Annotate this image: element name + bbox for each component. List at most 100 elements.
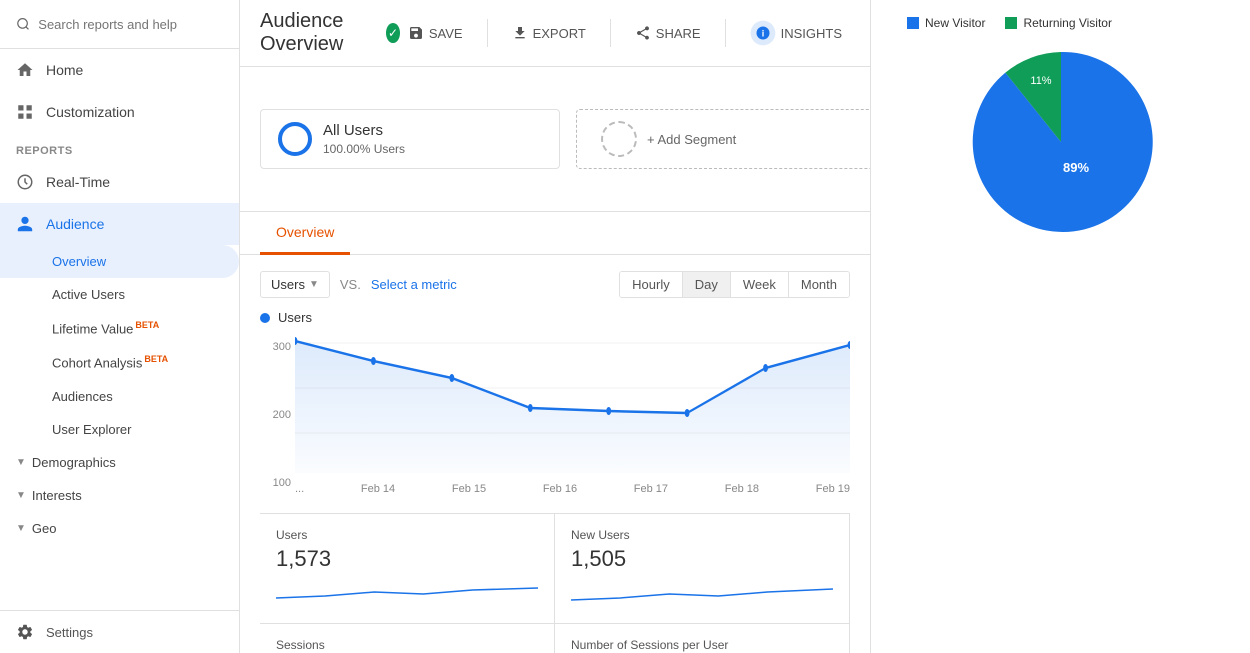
time-buttons: Hourly Day Week Month	[619, 271, 850, 298]
chart-legend: Users	[260, 310, 850, 325]
chart-svg-container: ... Feb 14 Feb 15 Feb 16 Feb 17 Feb 18 F…	[295, 333, 850, 497]
stat-sessions-per-user: Number of Sessions per User 1.12	[555, 624, 850, 653]
beta-badge-lifetime: BETA	[135, 320, 159, 330]
x-label-feb16: Feb 16	[543, 483, 577, 495]
chevron-down-icon-interests: ▼	[16, 490, 26, 501]
stat-sessions-per-user-label: Number of Sessions per User	[571, 638, 833, 652]
stat-sessions: Sessions 1,754	[260, 624, 555, 653]
demographics-label: Demographics	[32, 455, 116, 470]
search-input[interactable]	[38, 17, 223, 32]
overview-sub-label: Overview	[52, 254, 106, 269]
save-button[interactable]: SAVE	[400, 19, 471, 47]
sidebar-item-audience[interactable]: Audience	[0, 203, 239, 245]
users-legend-dot	[260, 313, 270, 323]
stat-new-users-value: 1,505	[571, 546, 833, 572]
stat-users: Users 1,573	[260, 514, 555, 624]
export-icon	[512, 25, 528, 41]
customization-label: Customization	[46, 104, 135, 120]
insights-label: INSIGHTS	[781, 26, 842, 41]
add-segment-label: + Add Segment	[647, 132, 736, 147]
sidebar-collapse-interests[interactable]: ▼ Interests	[0, 479, 239, 512]
new-visitor-color-swatch	[907, 17, 919, 29]
audience-label: Audience	[46, 216, 104, 232]
chart-controls: Users ▼ VS. Select a metric Hourly Day W…	[260, 271, 850, 298]
clock-icon	[16, 173, 34, 191]
stats-grid-2: Sessions 1,754 Number of Sessions per Us…	[260, 624, 850, 653]
sidebar-item-realtime[interactable]: Real-Time	[0, 161, 239, 203]
sparkline-new-users	[571, 578, 833, 606]
tab-overview[interactable]: Overview	[260, 212, 350, 255]
add-segment-circle	[601, 121, 637, 157]
pie-chart-svg: 89% 11%	[961, 42, 1161, 242]
lifetime-value-label: Lifetime Value	[52, 321, 133, 336]
y-label-200: 200	[264, 409, 291, 421]
time-btn-day[interactable]: Day	[683, 272, 731, 297]
export-label: EXPORT	[533, 26, 586, 41]
settings-label: Settings	[46, 625, 93, 640]
topbar: Audience Overview ✓ SAVE EXPORT SHARE	[240, 0, 870, 67]
segment-bar: All Users 100.00% Users + Add Segment Fe…	[240, 67, 870, 212]
verified-badge: ✓	[386, 23, 400, 43]
chart-wrapper: 300 200 100	[260, 333, 850, 497]
x-label-feb14: Feb 14	[361, 483, 395, 495]
metric-select[interactable]: Users ▼	[260, 271, 330, 298]
all-users-segment[interactable]: All Users 100.00% Users	[260, 109, 560, 169]
search-bar[interactable]	[0, 0, 239, 49]
home-icon	[16, 61, 34, 79]
sidebar-sub-audiences[interactable]: Audiences	[0, 380, 239, 413]
user-explorer-label: User Explorer	[52, 422, 131, 437]
share-label: SHARE	[656, 26, 701, 41]
gear-icon	[16, 623, 34, 641]
x-axis: ... Feb 14 Feb 15 Feb 16 Feb 17 Feb 18 F…	[295, 481, 850, 497]
y-axis: 300 200 100	[260, 333, 295, 497]
chevron-down-icon-geo: ▼	[16, 523, 26, 534]
right-panel: New Visitor Returning Visitor 89% 11%	[870, 0, 1250, 653]
stat-new-users: New Users 1,505	[555, 514, 850, 624]
sidebar-sub-lifetime-value[interactable]: Lifetime ValueBETA	[0, 311, 239, 345]
sidebar-sub-user-explorer[interactable]: User Explorer	[0, 413, 239, 446]
time-btn-hourly[interactable]: Hourly	[620, 272, 683, 297]
sidebar-item-customization[interactable]: Customization	[0, 91, 239, 133]
insights-button[interactable]: i INSIGHTS	[742, 14, 850, 52]
grid-icon	[16, 103, 34, 121]
settings-link[interactable]: Settings	[0, 610, 239, 653]
x-label-dots: ...	[295, 483, 304, 495]
stat-sessions-label: Sessions	[276, 638, 538, 652]
audiences-label: Audiences	[52, 389, 113, 404]
stat-new-users-label: New Users	[571, 528, 833, 542]
sidebar-collapse-demographics[interactable]: ▼ Demographics	[0, 446, 239, 479]
legend-new-visitor: New Visitor	[907, 16, 985, 30]
divider-2	[610, 19, 611, 47]
sidebar-sub-cohort-analysis[interactable]: Cohort AnalysisBETA	[0, 345, 239, 379]
pie-legend: New Visitor Returning Visitor	[907, 16, 1112, 30]
chevron-down-icon-demographics: ▼	[16, 457, 26, 468]
vs-label: VS.	[330, 277, 371, 292]
new-visitor-pct-label: 89%	[1062, 160, 1088, 175]
returning-visitor-legend-label: Returning Visitor	[1023, 16, 1112, 30]
sidebar-sub-active-users[interactable]: Active Users	[0, 278, 239, 311]
segment-info: All Users 100.00% Users	[323, 120, 405, 158]
reports-section-label: REPORTS	[0, 133, 239, 161]
sidebar-item-home[interactable]: Home	[0, 49, 239, 91]
time-btn-week[interactable]: Week	[731, 272, 789, 297]
chevron-down-icon-metric: ▼	[309, 279, 319, 290]
sidebar-sub-overview[interactable]: Overview	[0, 245, 239, 278]
share-button[interactable]: SHARE	[627, 19, 709, 47]
divider-1	[487, 19, 488, 47]
svg-text:i: i	[761, 28, 764, 38]
metric-select-label: Users	[271, 277, 305, 292]
realtime-label: Real-Time	[46, 174, 110, 190]
segment-name: All Users	[323, 120, 405, 141]
sidebar-collapse-geo[interactable]: ▼ Geo	[0, 512, 239, 545]
select-metric-link[interactable]: Select a metric	[371, 277, 457, 292]
export-button[interactable]: EXPORT	[504, 19, 594, 47]
users-legend-label: Users	[278, 310, 312, 325]
chart-section: Users ▼ VS. Select a metric Hourly Day W…	[240, 255, 870, 513]
y-label-300: 300	[264, 341, 291, 353]
cohort-analysis-label: Cohort Analysis	[52, 356, 142, 371]
add-segment-button[interactable]: + Add Segment	[576, 109, 870, 169]
beta-badge-cohort: BETA	[144, 354, 168, 364]
x-label-feb18: Feb 18	[725, 483, 759, 495]
returning-visitor-color-swatch	[1005, 17, 1017, 29]
time-btn-month[interactable]: Month	[789, 272, 849, 297]
